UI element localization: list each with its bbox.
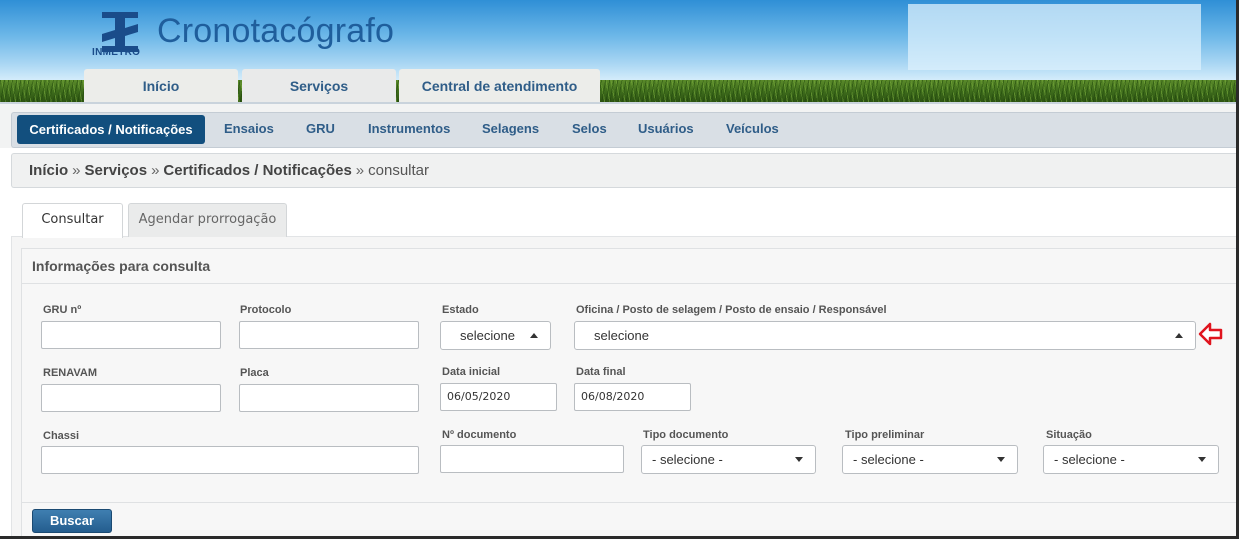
menu-item-ensaios[interactable]: Ensaios: [224, 121, 274, 136]
renavam-label: RENAVAM: [43, 367, 97, 379]
logo-text: INMETRO: [92, 47, 141, 58]
red-arrow-icon: [1198, 322, 1223, 346]
data-inicial-label: Data inicial: [442, 366, 501, 378]
tab-consultar[interactable]: Consultar: [22, 203, 123, 238]
top-tab-inicio[interactable]: Início: [84, 69, 238, 102]
oficina-label: Oficina / Posto de selagem / Posto de en…: [576, 304, 887, 316]
tipo-documento-select[interactable]: - selecione -: [641, 445, 816, 474]
menu-item-gru[interactable]: GRU: [306, 121, 335, 136]
chassi-input[interactable]: [41, 446, 419, 474]
estado-value: selecione: [460, 328, 515, 343]
oficina-value: selecione: [594, 328, 649, 343]
buscar-button[interactable]: Buscar: [32, 509, 112, 533]
top-tab-central-atendimento[interactable]: Central de atendimento: [399, 69, 600, 102]
tab-label: Agendar prorrogação: [138, 212, 277, 227]
menu-item-instrumentos[interactable]: Instrumentos: [368, 121, 450, 136]
form-divider: [21, 502, 1239, 503]
breadcrumb-certificados[interactable]: Certificados / Notificações: [163, 162, 351, 179]
breadcrumb-inicio[interactable]: Início: [29, 162, 68, 179]
tipo-documento-value: - selecione -: [652, 452, 723, 467]
data-inicial-input[interactable]: 06/05/2020: [440, 383, 557, 411]
situacao-value: - selecione -: [1054, 452, 1125, 467]
breadcrumb-current: consultar: [368, 162, 430, 179]
estado-select[interactable]: selecione: [440, 321, 551, 350]
site-header: INMETRO Cronotacógrafo Início Serviços C…: [0, 0, 1239, 102]
tipo-preliminar-value: - selecione -: [853, 452, 924, 467]
menu-item-usuarios[interactable]: Usuários: [638, 121, 694, 136]
documento-label: Nº documento: [442, 429, 517, 441]
gru-label: GRU nº: [43, 304, 82, 316]
oficina-select[interactable]: selecione: [574, 321, 1196, 350]
tab-label: Consultar: [41, 212, 104, 227]
breadcrumb-separator: »: [151, 162, 160, 179]
data-final-label: Data final: [576, 366, 626, 378]
menu-item-selagens[interactable]: Selagens: [482, 121, 539, 136]
menu-item-selos[interactable]: Selos: [572, 121, 607, 136]
renavam-input[interactable]: [41, 384, 221, 412]
breadcrumb-servicos[interactable]: Serviços: [85, 162, 148, 179]
chassi-label: Chassi: [43, 430, 80, 442]
caret-up-icon: [1175, 333, 1183, 338]
breadcrumb-separator: »: [72, 162, 81, 179]
placa-input[interactable]: [239, 384, 419, 412]
situacao-label: Situação: [1046, 429, 1092, 441]
breadcrumb-separator: »: [355, 162, 365, 179]
caret-up-icon: [530, 333, 538, 338]
caret-down-icon: [1198, 457, 1206, 462]
section-title: Informações para consulta: [21, 248, 1239, 284]
tipo-documento-label: Tipo documento: [643, 429, 729, 441]
breadcrumb: Início» Serviços» Certificados / Notificaç…: [11, 153, 1239, 188]
app-title: Cronotacógrafo: [157, 12, 395, 50]
situacao-select[interactable]: - selecione -: [1043, 445, 1219, 474]
header-banner: [908, 4, 1201, 70]
top-tab-servicos[interactable]: Serviços: [242, 69, 396, 102]
top-tab-label: Serviços: [289, 78, 349, 94]
estado-label: Estado: [442, 304, 479, 316]
caret-down-icon: [997, 457, 1005, 462]
caret-down-icon: [795, 457, 803, 462]
menu-item-certificados[interactable]: Certificados / Notificações: [17, 115, 205, 144]
menu-item-veiculos[interactable]: Veículos: [726, 121, 779, 136]
documento-input[interactable]: [440, 445, 624, 473]
top-tab-label: Central de atendimento: [421, 78, 578, 94]
protocolo-label: Protocolo: [240, 304, 292, 316]
gru-input[interactable]: [41, 321, 221, 349]
tipo-preliminar-label: Tipo preliminar: [845, 429, 925, 441]
placa-label: Placa: [240, 367, 269, 379]
data-final-input[interactable]: 06/08/2020: [574, 383, 691, 411]
tab-agendar-prorrogacao[interactable]: Agendar prorrogação: [128, 203, 287, 237]
protocolo-input[interactable]: [239, 321, 419, 349]
top-tab-label: Início: [142, 78, 180, 94]
tipo-preliminar-select[interactable]: - selecione -: [842, 445, 1018, 474]
